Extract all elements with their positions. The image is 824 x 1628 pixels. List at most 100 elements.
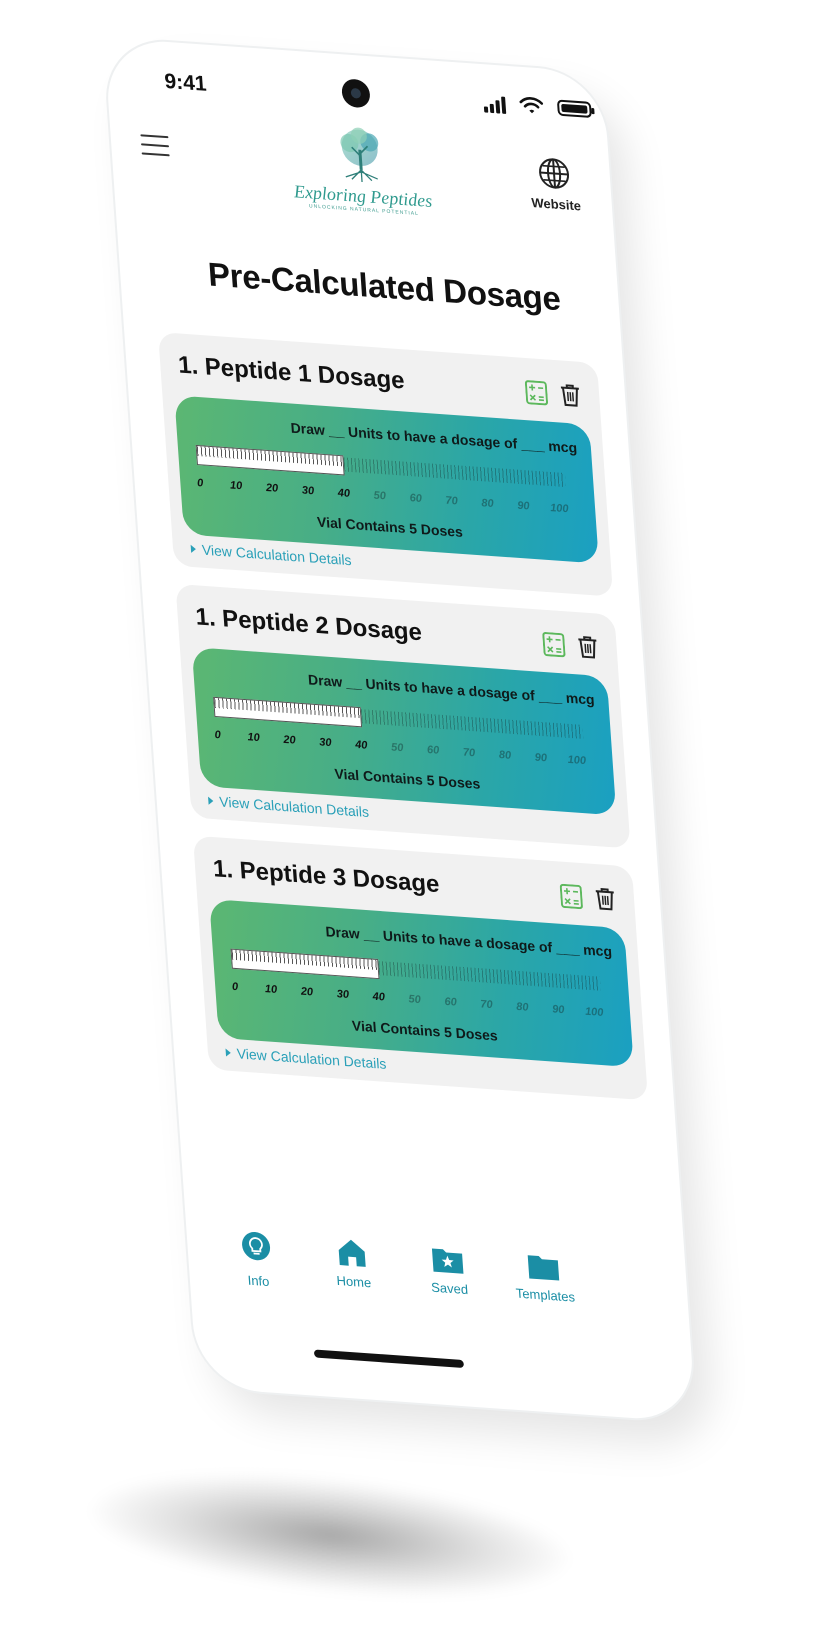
details-label: View Calculation Details bbox=[236, 1045, 387, 1072]
syringe-panel: Draw __ Units to have a dosage of ___ mc… bbox=[191, 647, 617, 816]
tab-label: Info bbox=[247, 1272, 270, 1290]
syringe-ticks bbox=[360, 709, 584, 739]
cellular-signal-icon bbox=[483, 94, 510, 114]
tab-saved[interactable]: Saved bbox=[402, 1241, 495, 1299]
home-indicator[interactable] bbox=[313, 1349, 465, 1369]
calculator-icon[interactable] bbox=[524, 380, 549, 406]
page-title: Pre-Calculated Dosage bbox=[206, 255, 562, 318]
battery-icon bbox=[556, 99, 592, 119]
dosage-card: 1. Peptide 1 Dosage Draw __ Units to hav… bbox=[158, 331, 614, 597]
scale-tick-label: 100 bbox=[584, 1005, 604, 1020]
dosage-card-list: 1. Peptide 1 Dosage Draw __ Units to hav… bbox=[158, 331, 649, 1119]
scale-tick-label: 30 bbox=[301, 484, 315, 498]
draw-instruction: Draw __ Units to have a dosage of ___ mc… bbox=[307, 671, 596, 708]
scale-tick-label: 10 bbox=[229, 479, 243, 493]
tab-label: Saved bbox=[430, 1279, 469, 1298]
details-label: View Calculation Details bbox=[201, 541, 353, 569]
scale-tick-label: 80 bbox=[498, 748, 512, 762]
calculator-icon[interactable] bbox=[559, 883, 584, 910]
scale-tick-label: 100 bbox=[567, 753, 587, 768]
tab-label: Templates bbox=[515, 1285, 576, 1305]
app-logo: Exploring Peptides UNLOCKING NATURAL POT… bbox=[278, 120, 444, 219]
scale-tick-label: 30 bbox=[336, 988, 350, 1002]
bottom-tab-bar: Info Home Saved Templates bbox=[186, 1226, 691, 1352]
view-calculation-details-link[interactable]: View Calculation Details bbox=[190, 541, 352, 568]
draw-instruction: Draw __ Units to have a dosage of ___ mc… bbox=[290, 419, 578, 456]
globe-icon bbox=[539, 158, 570, 189]
screenshot-stage: 9:41 Exploring Peptides UNLOCKING NATURA… bbox=[0, 0, 824, 1628]
card-actions bbox=[542, 632, 600, 660]
scale-tick-label: 40 bbox=[337, 486, 351, 500]
scale-tick-label: 90 bbox=[516, 499, 531, 513]
tab-home[interactable]: Home bbox=[306, 1235, 399, 1293]
disclosure-triangle-icon bbox=[208, 796, 214, 806]
status-bar: 9:41 bbox=[105, 56, 607, 132]
trash-icon[interactable] bbox=[593, 886, 617, 912]
phone-shadow bbox=[85, 1455, 575, 1615]
syringe-ticks bbox=[343, 457, 566, 488]
card-actions bbox=[559, 883, 618, 912]
scale-tick-label: 40 bbox=[372, 990, 386, 1004]
phone-screen: 9:41 Exploring Peptides UNLOCKING NATURA… bbox=[103, 37, 697, 1423]
syringe-panel: Draw __ Units to have a dosage of ___ mc… bbox=[209, 898, 634, 1068]
website-button[interactable]: Website bbox=[521, 155, 589, 214]
scale-tick-label: 60 bbox=[426, 743, 440, 757]
syringe-fill bbox=[213, 696, 363, 728]
scale-tick-label: 60 bbox=[444, 995, 458, 1009]
scale-tick-label: 0 bbox=[231, 980, 239, 994]
scale-tick-label: 80 bbox=[481, 497, 495, 511]
front-camera bbox=[340, 78, 371, 109]
saved-folder-icon bbox=[431, 1248, 464, 1274]
status-time: 9:41 bbox=[163, 69, 208, 96]
disclosure-triangle-icon bbox=[190, 544, 197, 554]
details-label: View Calculation Details bbox=[218, 793, 370, 821]
scale-tick-label: 50 bbox=[408, 993, 422, 1007]
disclosure-triangle-icon bbox=[225, 1048, 232, 1057]
scale-tick-label: 70 bbox=[445, 494, 459, 508]
view-calculation-details-link[interactable]: View Calculation Details bbox=[208, 793, 370, 821]
scale-tick-label: 90 bbox=[534, 751, 548, 765]
syringe-ticks bbox=[378, 961, 601, 991]
scale-tick-label: 70 bbox=[480, 998, 494, 1012]
view-calculation-details-link[interactable]: View Calculation Details bbox=[225, 1044, 387, 1072]
trash-icon[interactable] bbox=[559, 382, 583, 408]
website-label: Website bbox=[530, 194, 582, 214]
scale-tick-label: 70 bbox=[462, 746, 476, 760]
scale-tick-label: 20 bbox=[265, 481, 279, 495]
scale-tick-label: 10 bbox=[247, 731, 261, 745]
scale-tick-label: 20 bbox=[300, 985, 314, 999]
syringe-panel: Draw __ Units to have a dosage of ___ mc… bbox=[174, 395, 599, 564]
home-icon bbox=[338, 1239, 366, 1267]
scale-tick-label: 0 bbox=[196, 477, 204, 490]
scale-tick-label: 90 bbox=[551, 1003, 565, 1017]
card-title: 1. Peptide 2 Dosage bbox=[194, 603, 423, 647]
scale-tick-label: 50 bbox=[390, 741, 404, 755]
dosage-card: 1. Peptide 2 Dosage Draw __ Units to hav… bbox=[175, 583, 631, 849]
tab-templates[interactable]: Templates bbox=[497, 1248, 590, 1306]
scale-tick-label: 20 bbox=[282, 733, 297, 747]
scale-tick-label: 50 bbox=[373, 489, 387, 503]
tree-logo-icon bbox=[340, 127, 379, 183]
scale-tick-label: 80 bbox=[515, 1000, 529, 1014]
card-actions bbox=[524, 380, 583, 408]
scale-tick-label: 10 bbox=[264, 983, 278, 997]
hamburger-menu-icon[interactable] bbox=[140, 132, 172, 160]
scale-tick-label: 0 bbox=[214, 728, 222, 742]
phone-device: 9:41 Exploring Peptides UNLOCKING NATURA… bbox=[103, 37, 697, 1423]
card-title: 1. Peptide 1 Dosage bbox=[177, 351, 406, 395]
wifi-icon bbox=[519, 97, 544, 114]
card-title: 1. Peptide 3 Dosage bbox=[212, 855, 441, 899]
lightbulb-icon bbox=[242, 1231, 271, 1261]
trash-icon[interactable] bbox=[576, 634, 600, 660]
draw-instruction: Draw __ Units to have a dosage of ___ mc… bbox=[324, 923, 613, 960]
folder-icon bbox=[527, 1255, 560, 1281]
calculator-icon[interactable] bbox=[542, 632, 566, 658]
dosage-card: 1. Peptide 3 Dosage Draw __ Units to hav… bbox=[192, 835, 649, 1101]
tab-info[interactable]: Info bbox=[210, 1228, 304, 1292]
scale-tick-label: 30 bbox=[318, 736, 332, 750]
syringe-fill bbox=[230, 948, 380, 980]
syringe-fill bbox=[195, 444, 345, 476]
scale-tick-label: 40 bbox=[354, 738, 368, 752]
tab-label: Home bbox=[335, 1272, 372, 1291]
scale-tick-label: 60 bbox=[409, 492, 423, 506]
